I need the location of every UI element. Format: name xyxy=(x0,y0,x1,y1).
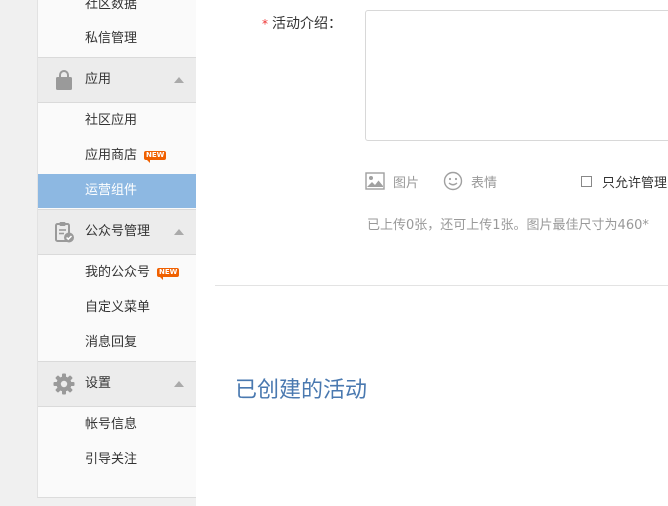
insert-image-button[interactable]: 图片 xyxy=(365,170,419,192)
bag-icon xyxy=(56,70,72,90)
sidebar-group-label: 设置 xyxy=(85,376,112,391)
chevron-up-icon xyxy=(174,381,184,387)
sidebar: 社区数据 私信管理 应用 社区应用 应用商店 NEW 运营组件 公众号管理 我的… xyxy=(37,0,197,498)
sidebar-item-label: 帐号信息 xyxy=(85,417,138,432)
sidebar-item-private-messages[interactable]: 私信管理 xyxy=(38,22,196,56)
sidebar-item-my-official-accounts[interactable]: 我的公众号 NEW xyxy=(38,256,196,290)
smiley-icon xyxy=(443,171,463,191)
only-allow-option: 只允许管理 xyxy=(581,170,667,192)
sidebar-item-community-data[interactable]: 社区数据 xyxy=(38,0,196,22)
intro-label-text: 活动介绍： xyxy=(272,16,342,32)
sidebar-item-label: 运营组件 xyxy=(85,183,138,198)
sidebar-item-custom-menu[interactable]: 自定义菜单 xyxy=(38,291,196,325)
upload-hint-text: 已上传0张，还可上传1张。图片最佳尺寸为460* xyxy=(367,218,649,233)
required-mark: * xyxy=(262,17,268,31)
intro-field-label: * 活动介绍： xyxy=(262,13,342,33)
main-content: * 活动介绍： 图片 表情 只允许管理 已上传0张，还可上传1张。图片最佳尺寸为4… xyxy=(196,0,668,506)
sidebar-item-operation-components[interactable]: 运营组件 xyxy=(38,174,196,208)
clipboard-check-icon xyxy=(55,222,74,243)
sidebar-item-label: 社区数据 xyxy=(85,0,138,12)
chevron-up-icon xyxy=(174,77,184,83)
new-badge: NEW xyxy=(144,151,167,163)
sidebar-group-label: 公众号管理 xyxy=(85,224,151,239)
sidebar-item-label: 应用商店 xyxy=(85,148,138,163)
sidebar-item-message-reply[interactable]: 消息回复 xyxy=(38,326,196,360)
sidebar-item-community-apps[interactable]: 社区应用 xyxy=(38,104,196,138)
emoji-tool-label: 表情 xyxy=(471,175,498,191)
sidebar-item-label: 社区应用 xyxy=(85,113,138,128)
image-icon xyxy=(365,172,385,190)
created-activities-title: 已创建的活动 xyxy=(235,378,368,403)
sidebar-item-app-store[interactable]: 应用商店 NEW xyxy=(38,139,196,173)
sidebar-item-label: 自定义菜单 xyxy=(85,300,151,315)
insert-emoji-button[interactable]: 表情 xyxy=(443,170,497,192)
only-allow-checkbox[interactable] xyxy=(581,175,592,187)
sidebar-item-label: 消息回复 xyxy=(85,335,138,350)
section-divider xyxy=(215,285,668,286)
activity-intro-textarea[interactable] xyxy=(365,10,668,141)
sidebar-group-settings[interactable]: 设置 xyxy=(38,361,196,407)
sidebar-group-apps[interactable]: 应用 xyxy=(38,57,196,103)
image-tool-label: 图片 xyxy=(393,175,420,191)
sidebar-item-account-info[interactable]: 帐号信息 xyxy=(38,408,196,442)
sidebar-item-follow-guide[interactable]: 引导关注 xyxy=(38,443,196,477)
sidebar-group-label: 应用 xyxy=(85,72,112,87)
sidebar-item-label: 我的公众号 xyxy=(85,265,151,280)
sidebar-group-official-accounts[interactable]: 公众号管理 xyxy=(38,209,196,255)
sidebar-item-label: 私信管理 xyxy=(85,31,138,46)
new-badge: NEW xyxy=(157,268,180,280)
chevron-up-icon xyxy=(174,229,184,235)
sidebar-item-label: 引导关注 xyxy=(85,452,138,467)
only-allow-label: 只允许管理 xyxy=(602,175,668,191)
gear-icon xyxy=(53,373,75,395)
